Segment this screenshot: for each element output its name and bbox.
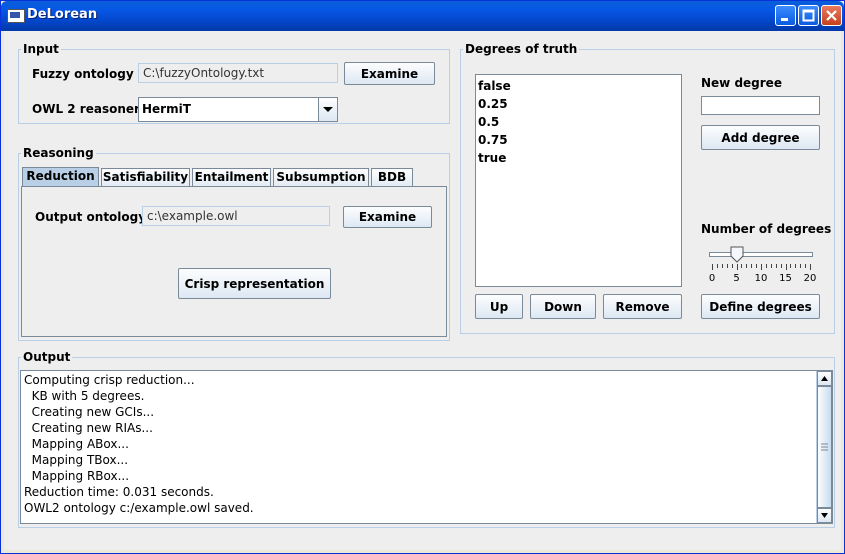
number-of-degrees-label: Number of degrees <box>701 222 832 236</box>
slider-tick <box>721 264 723 268</box>
log-line: KB with 5 degrees. <box>24 389 145 403</box>
slider-tick <box>800 264 802 268</box>
scroll-up-button[interactable] <box>817 371 832 386</box>
slider-tick <box>751 264 753 268</box>
tick-label-5: 5 <box>733 273 740 284</box>
tick-label-10: 10 <box>754 273 768 284</box>
owl-reasoner-value: HermiT <box>142 102 191 116</box>
slider-tick <box>810 264 811 270</box>
define-degrees-button[interactable]: Define degrees <box>701 294 820 319</box>
slider-tick <box>790 264 792 268</box>
slider-thumb-icon <box>730 246 743 263</box>
slider-track[interactable] <box>709 252 813 257</box>
slider-tick <box>761 264 762 270</box>
list-item[interactable]: true <box>476 149 681 167</box>
tab-bdb[interactable]: BDB <box>371 168 413 186</box>
reasoning-legend: Reasoning <box>23 146 94 160</box>
chevron-down-icon <box>323 107 333 112</box>
tab-satisfiability[interactable]: Satisfiability <box>101 168 190 186</box>
list-item[interactable]: 0.5 <box>476 113 681 131</box>
tick-label-0: 0 <box>708 273 716 284</box>
degrees-legend: Degrees of truth <box>465 42 578 56</box>
log-line: Mapping RBox... <box>24 469 130 483</box>
output-legend: Output <box>23 350 71 364</box>
examine-output-button[interactable]: Examine <box>343 206 432 228</box>
output-ontology-field[interactable]: c:\example.owl <box>142 206 330 226</box>
arrow-down-icon <box>821 513 828 518</box>
fuzzy-ontology-field[interactable]: C:\fuzzyOntology.txt <box>138 63 338 83</box>
tab-subsumption[interactable]: Subsumption <box>273 168 369 186</box>
slider-tick <box>712 264 713 270</box>
degrees-list[interactable]: false 0.25 0.5 0.75 true <box>475 74 682 287</box>
tab-entailment[interactable]: Entailment <box>192 168 271 186</box>
slider-tick <box>805 264 807 268</box>
maximize-button[interactable] <box>798 5 819 26</box>
add-degree-button[interactable]: Add degree <box>701 125 820 150</box>
fuzzy-ontology-label: Fuzzy ontology <box>32 67 134 81</box>
slider-tick <box>775 264 777 268</box>
log-line: Reduction time: 0.031 seconds. <box>24 485 214 499</box>
minimize-icon <box>781 18 788 21</box>
slider-tick <box>756 264 758 268</box>
arrow-up-icon <box>821 376 828 381</box>
up-button[interactable]: Up <box>475 294 523 319</box>
close-button[interactable] <box>821 5 842 26</box>
log-line: Mapping ABox... <box>24 437 129 451</box>
minimize-button[interactable] <box>775 5 796 26</box>
slider-tick <box>746 264 748 268</box>
grip-icon <box>821 443 828 451</box>
slider-tick <box>716 264 718 268</box>
slider-tick <box>726 264 728 268</box>
log-line: Creating new GCIs... <box>24 405 155 419</box>
tab-reduction[interactable]: Reduction <box>22 167 99 187</box>
tick-label-20: 20 <box>803 273 817 284</box>
app-icon <box>7 9 25 23</box>
title-bar[interactable]: DeLorean <box>1 1 844 31</box>
new-degree-label: New degree <box>701 76 782 90</box>
slider-thumb[interactable] <box>730 246 744 263</box>
slider-tick <box>780 264 782 268</box>
slider-tick <box>770 264 772 268</box>
slider-tick <box>795 264 797 268</box>
remove-button[interactable]: Remove <box>603 294 682 319</box>
input-legend: Input <box>23 42 59 56</box>
slider-tick <box>785 264 787 270</box>
examine-fuzzy-button[interactable]: Examine <box>344 62 435 85</box>
output-ontology-label: Output ontology <box>35 210 147 224</box>
down-button[interactable]: Down <box>530 294 596 319</box>
degrees-slider[interactable]: 0 5 10 15 20 <box>705 243 817 291</box>
output-scrollbar[interactable] <box>816 371 832 523</box>
new-degree-input[interactable] <box>701 96 820 115</box>
owl-reasoner-label: OWL 2 reasoner <box>32 102 140 116</box>
window-title: DeLorean <box>27 7 98 22</box>
maximize-icon <box>802 9 815 22</box>
slider-tick <box>765 264 767 268</box>
owl-reasoner-select[interactable]: HermiT <box>138 97 338 122</box>
log-line: Creating new RIAs... <box>24 421 153 435</box>
slider-tick <box>731 264 733 268</box>
crisp-representation-button[interactable]: Crisp representation <box>178 268 331 299</box>
list-item[interactable]: 0.25 <box>476 95 681 113</box>
list-item[interactable]: 0.75 <box>476 131 681 149</box>
app-window: DeLorean Input Fuzzy ontology C:\fuzzyOn… <box>0 0 845 554</box>
output-log[interactable]: Computing crisp reduction... KB with 5 d… <box>20 370 833 524</box>
scroll-thumb[interactable] <box>817 386 832 508</box>
client-area: Input Fuzzy ontology C:\fuzzyOntology.tx… <box>4 31 841 550</box>
dropdown-arrow[interactable] <box>318 98 337 121</box>
slider-tick <box>736 264 738 270</box>
log-line: OWL2 ontology c:/example.owl saved. <box>24 501 254 515</box>
log-line: Computing crisp reduction... <box>24 373 195 387</box>
tick-label-15: 15 <box>779 273 792 284</box>
scroll-down-button[interactable] <box>817 508 832 523</box>
log-line: Mapping TBox... <box>24 453 129 467</box>
slider-tick <box>741 264 743 268</box>
close-icon <box>826 10 837 21</box>
list-item[interactable]: false <box>476 77 681 95</box>
